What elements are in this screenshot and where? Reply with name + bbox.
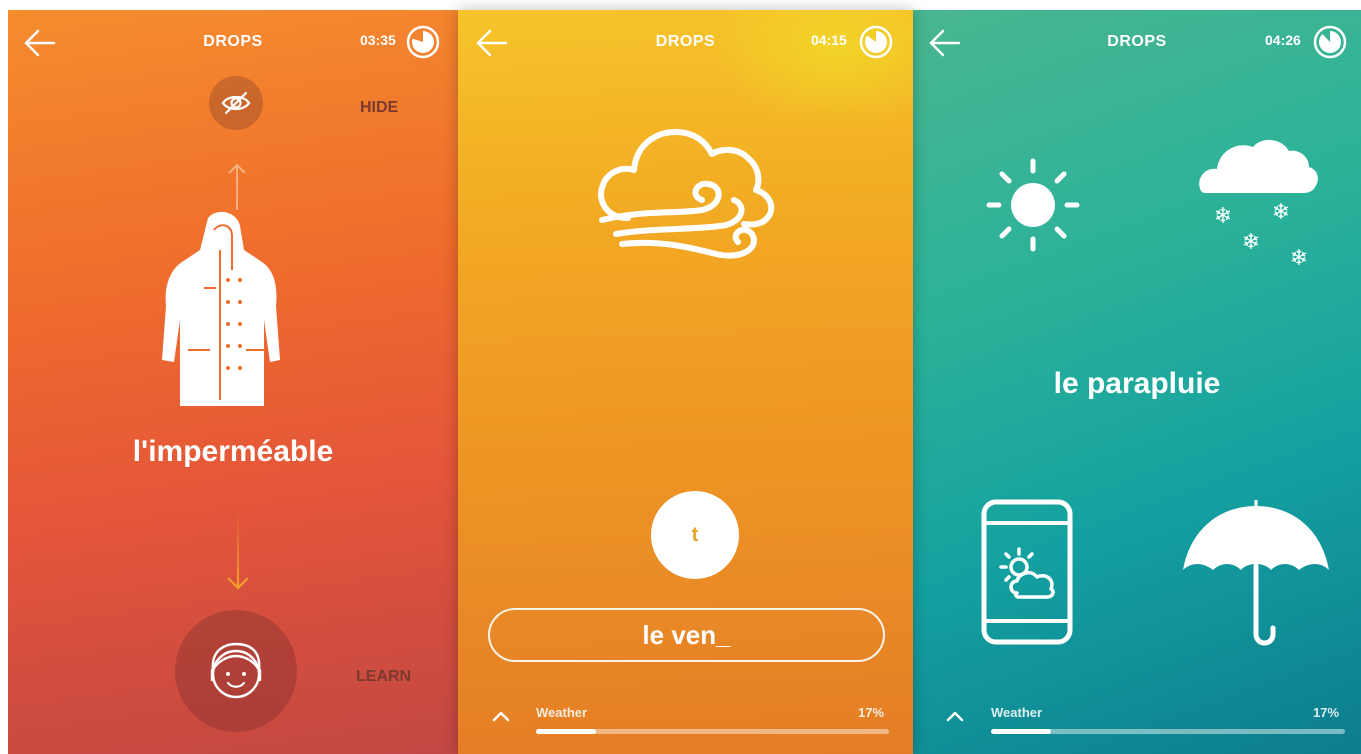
progress-fill: [991, 729, 1052, 734]
progress-topic: Weather: [536, 705, 588, 720]
progress-fill: [536, 729, 596, 734]
chevron-up-icon[interactable]: [944, 705, 966, 732]
raincoat-icon: [156, 210, 286, 415]
wind-cloud-icon: [592, 110, 782, 280]
progress-percent: 17%: [858, 705, 885, 720]
arrow-down-icon: [226, 510, 250, 597]
timer-icon: [859, 25, 893, 64]
svg-text:❄: ❄: [1290, 246, 1308, 271]
eye-off-icon: [221, 91, 251, 115]
timer-icon: [406, 25, 440, 64]
progress-bar: [991, 729, 1345, 734]
hide-button[interactable]: [209, 76, 263, 130]
hide-label[interactable]: HIDE: [360, 99, 398, 117]
face-icon: [210, 642, 262, 699]
timer-text: 04:26: [1265, 32, 1301, 48]
target-word: le parapluie: [1053, 367, 1221, 400]
learn-label[interactable]: LEARN: [356, 668, 411, 686]
umbrella-icon[interactable]: [1181, 498, 1331, 655]
phone-weather-icon[interactable]: [979, 497, 1075, 652]
timer-text: 04:15: [811, 32, 847, 48]
letter-option-button[interactable]: t: [651, 491, 739, 579]
progress-topic: Weather: [991, 705, 1043, 720]
timer-fill: [1318, 31, 1341, 53]
timer-fill: [412, 31, 435, 53]
target-word: l'imperméable: [132, 435, 334, 468]
progress-bar: [536, 729, 889, 734]
spell-word-screen: DROPS 04:15 t le ven_ Weather 17%: [458, 10, 913, 754]
svg-text:❄: ❄: [1242, 230, 1260, 255]
chevron-up-icon[interactable]: [490, 705, 512, 732]
answer-field: le ven_: [488, 608, 885, 662]
arrow-up-icon: [227, 162, 247, 217]
progress-percent: 17%: [1313, 705, 1340, 720]
match-word-screen: DROPS 04:26 ❄ ❄ ❄ ❄ le parapluie Weather…: [913, 10, 1361, 754]
svg-text:❄: ❄: [1272, 200, 1290, 225]
sun-icon[interactable]: [985, 157, 1081, 258]
snow-cloud-icon[interactable]: ❄ ❄ ❄ ❄: [1193, 135, 1321, 280]
drops-app-screens: DROPS 03:35 HIDE l'imperméable LEARN DRO…: [0, 0, 1361, 754]
timer-text: 03:35: [360, 32, 396, 48]
timer-icon: [1313, 25, 1347, 64]
timer-fill: [864, 31, 887, 53]
learn-word-screen: DROPS 03:35 HIDE l'imperméable LEARN: [8, 10, 458, 754]
learn-button[interactable]: [175, 610, 297, 732]
svg-text:❄: ❄: [1214, 204, 1232, 229]
